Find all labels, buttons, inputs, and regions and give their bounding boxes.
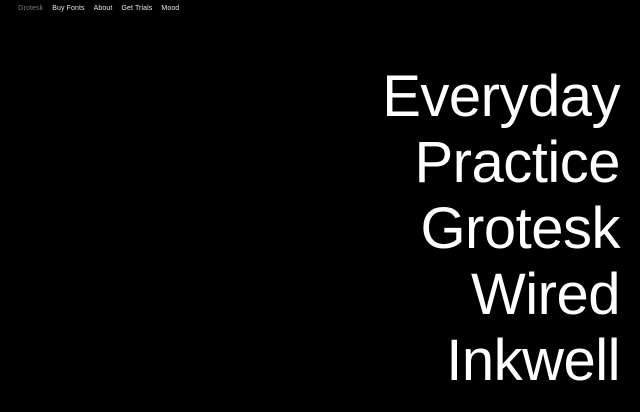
font-family-item-everyday[interactable]: Everyday bbox=[382, 64, 620, 130]
font-family-item-inkwell[interactable]: Inkwell bbox=[382, 328, 620, 394]
nav-link-mood[interactable]: Mood bbox=[161, 4, 179, 14]
nav-link-grotesk[interactable]: Grotesk bbox=[18, 4, 43, 14]
nav-link-get-trials[interactable]: Get Trials bbox=[121, 4, 152, 14]
font-family-list: Everyday Practice Grotesk Wired Inkwell bbox=[382, 64, 620, 394]
font-family-item-wired[interactable]: Wired bbox=[382, 262, 620, 328]
nav-link-buy-fonts[interactable]: Buy Fonts bbox=[52, 4, 84, 14]
font-family-item-practice[interactable]: Practice bbox=[382, 130, 620, 196]
nav-link-about[interactable]: About bbox=[94, 4, 113, 14]
font-family-item-grotesk[interactable]: Grotesk bbox=[382, 196, 620, 262]
top-nav: Grotesk Buy Fonts About Get Trials Mood bbox=[18, 4, 179, 14]
